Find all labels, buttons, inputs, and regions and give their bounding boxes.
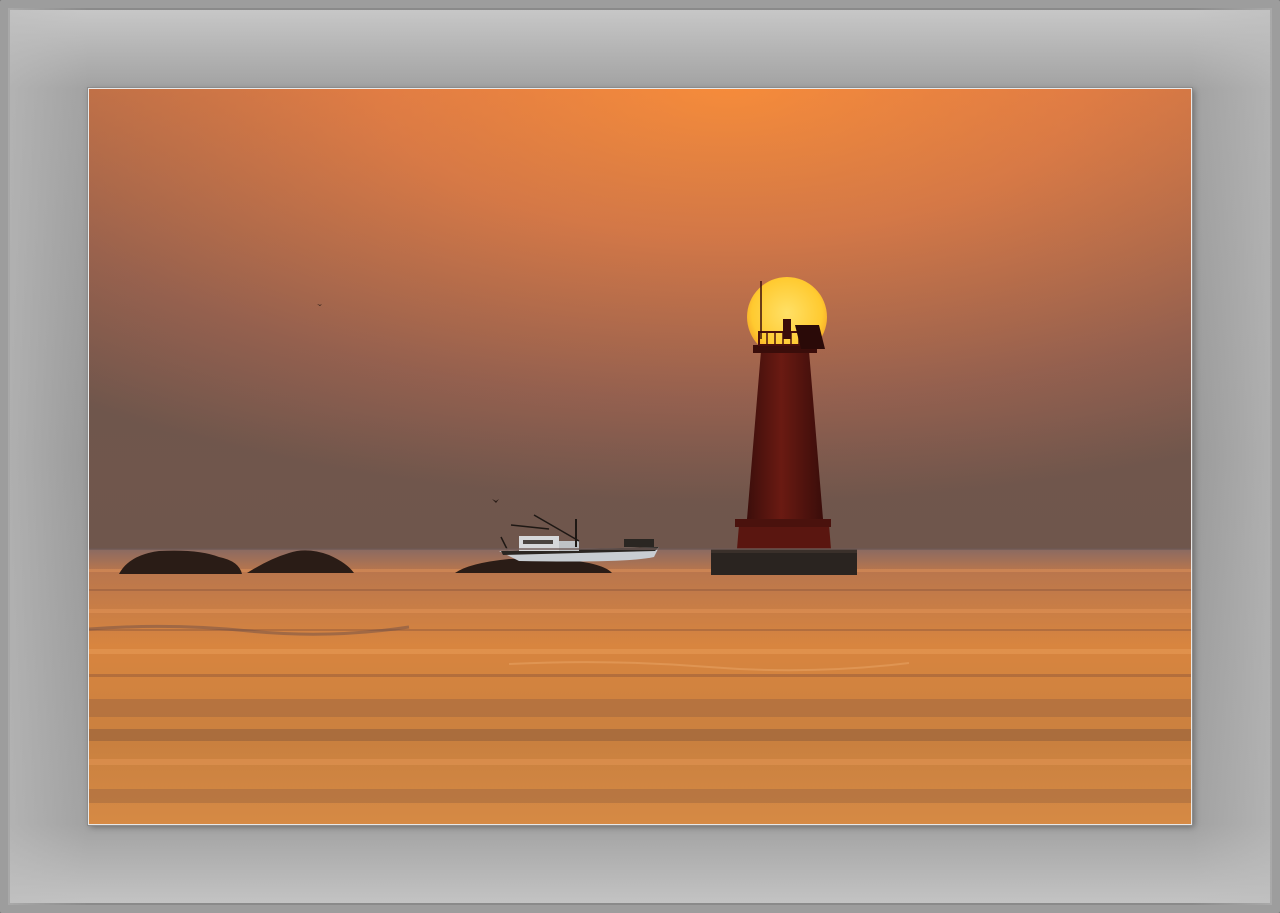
frame-bevel-left [8,8,88,905]
sunset-photo [88,88,1192,825]
sunset-scene [89,89,1191,824]
frame-bevel-right [1192,8,1272,905]
